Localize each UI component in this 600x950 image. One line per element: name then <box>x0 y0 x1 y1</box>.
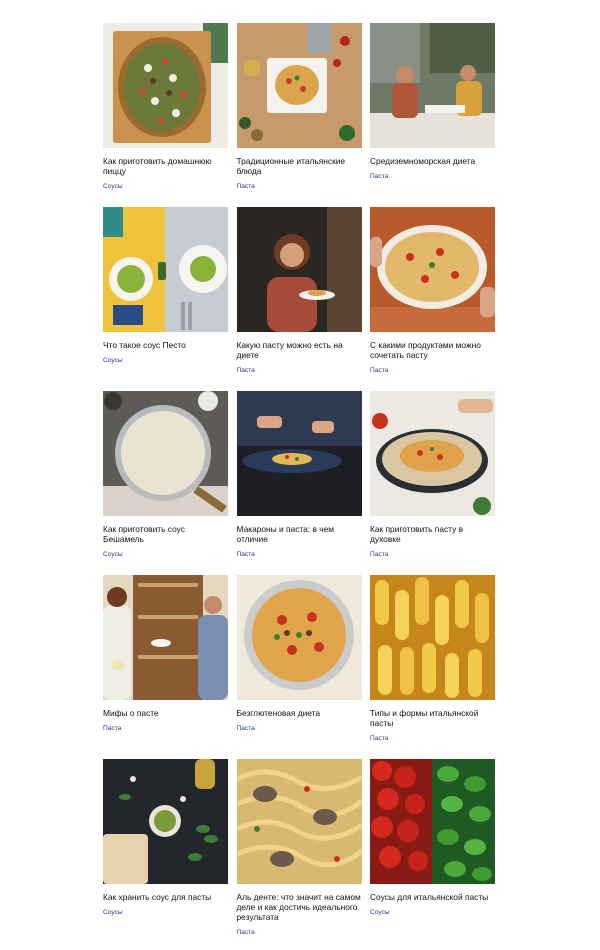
article-card[interactable]: Соусы для итальянской пасты Соусы <box>370 759 495 943</box>
card-tag[interactable]: Паста <box>370 173 495 181</box>
article-card[interactable]: Что такое соус Песто Соусы <box>103 207 228 391</box>
card-title[interactable]: Как приготовить домашнюю пиццу <box>103 156 228 176</box>
article-card[interactable]: Средиземноморская диета Паста <box>370 23 495 207</box>
card-title[interactable]: Что такое соус Песто <box>103 340 228 350</box>
pesto-bowl-photo[interactable] <box>103 759 228 884</box>
card-title[interactable]: Мифы о пасте <box>103 708 228 718</box>
card-tag[interactable]: Соусы <box>103 183 228 191</box>
article-card[interactable]: Традиционные итальянские блюда Паста <box>236 23 362 207</box>
card-tag[interactable]: Паста <box>370 367 495 375</box>
card-title[interactable]: С какими продуктами можно сочетать пасту <box>370 340 495 360</box>
fusilli-photo[interactable] <box>370 575 495 700</box>
kitchen-people-photo[interactable] <box>103 575 228 700</box>
bechamel-pan-photo[interactable] <box>103 391 228 516</box>
dinner-table-photo[interactable] <box>370 23 495 148</box>
article-card[interactable]: Аль денте: что значит на самом деле и ка… <box>236 759 362 943</box>
italian-dishes-photo[interactable] <box>236 23 362 148</box>
card-tag[interactable]: Соусы <box>103 551 228 559</box>
card-tag[interactable]: Соусы <box>103 357 228 365</box>
article-card[interactable]: Как хранить соус для пасты Соусы <box>103 759 228 943</box>
card-tag[interactable]: Паста <box>370 735 495 743</box>
article-card[interactable]: Как приготовить домашнюю пиццу Соусы <box>103 23 228 207</box>
penne-dish-photo[interactable] <box>370 207 495 332</box>
card-tag[interactable]: Паста <box>370 551 495 559</box>
card-title[interactable]: Средиземноморская диета <box>370 156 495 166</box>
card-title[interactable]: Типы и формы итальянской пасты <box>370 708 495 728</box>
card-tag[interactable]: Соусы <box>370 909 495 917</box>
article-card[interactable]: Как приготовить соус Бешамель Соусы <box>103 391 228 575</box>
penne-bowl-photo[interactable] <box>236 575 362 700</box>
pasta-plate-photo[interactable] <box>236 391 362 516</box>
article-grid: Как приготовить домашнюю пиццу Соусы Тра… <box>103 23 495 943</box>
card-tag[interactable]: Паста <box>237 725 362 733</box>
woman-eating-pasta-photo[interactable] <box>236 207 362 332</box>
card-title[interactable]: Как хранить соус для пасты <box>103 892 228 902</box>
tomatoes-basil-photo[interactable] <box>370 759 495 884</box>
pesto-pasta-photo[interactable] <box>103 207 228 332</box>
card-title[interactable]: Какую пасту можно есть на диете <box>237 340 362 360</box>
article-card[interactable]: Типы и формы итальянской пасты Паста <box>370 575 495 759</box>
card-tag[interactable]: Паста <box>237 367 362 375</box>
card-tag[interactable]: Паста <box>103 725 228 733</box>
card-title[interactable]: Макароны и паста: в чем отличие <box>237 524 362 544</box>
article-card[interactable]: Безглютеновая диета Паста <box>236 575 362 759</box>
card-title[interactable]: Как приготовить пасту в духовке <box>370 524 495 544</box>
spaghetti-clams-photo[interactable] <box>236 759 362 884</box>
card-tag[interactable]: Соусы <box>103 909 228 917</box>
card-title[interactable]: Безглютеновая диета <box>237 708 362 718</box>
card-tag[interactable]: Паста <box>237 551 362 559</box>
card-title[interactable]: Соусы для итальянской пасты <box>370 892 495 902</box>
pizza-photo[interactable] <box>103 23 228 148</box>
card-title[interactable]: Аль денте: что значит на самом деле и ка… <box>237 892 362 922</box>
baked-pasta-photo[interactable] <box>370 391 495 516</box>
article-card[interactable]: Макароны и паста: в чем отличие Паста <box>236 391 362 575</box>
card-tag[interactable]: Паста <box>237 929 362 937</box>
article-card[interactable]: Как приготовить пасту в духовке Паста <box>370 391 495 575</box>
card-tag[interactable]: Паста <box>237 183 362 191</box>
card-title[interactable]: Как приготовить соус Бешамель <box>103 524 228 544</box>
article-card[interactable]: Мифы о пасте Паста <box>103 575 228 759</box>
article-card[interactable]: С какими продуктами можно сочетать пасту… <box>370 207 495 391</box>
article-card[interactable]: Какую пасту можно есть на диете Паста <box>236 207 362 391</box>
card-title[interactable]: Традиционные итальянские блюда <box>237 156 362 176</box>
